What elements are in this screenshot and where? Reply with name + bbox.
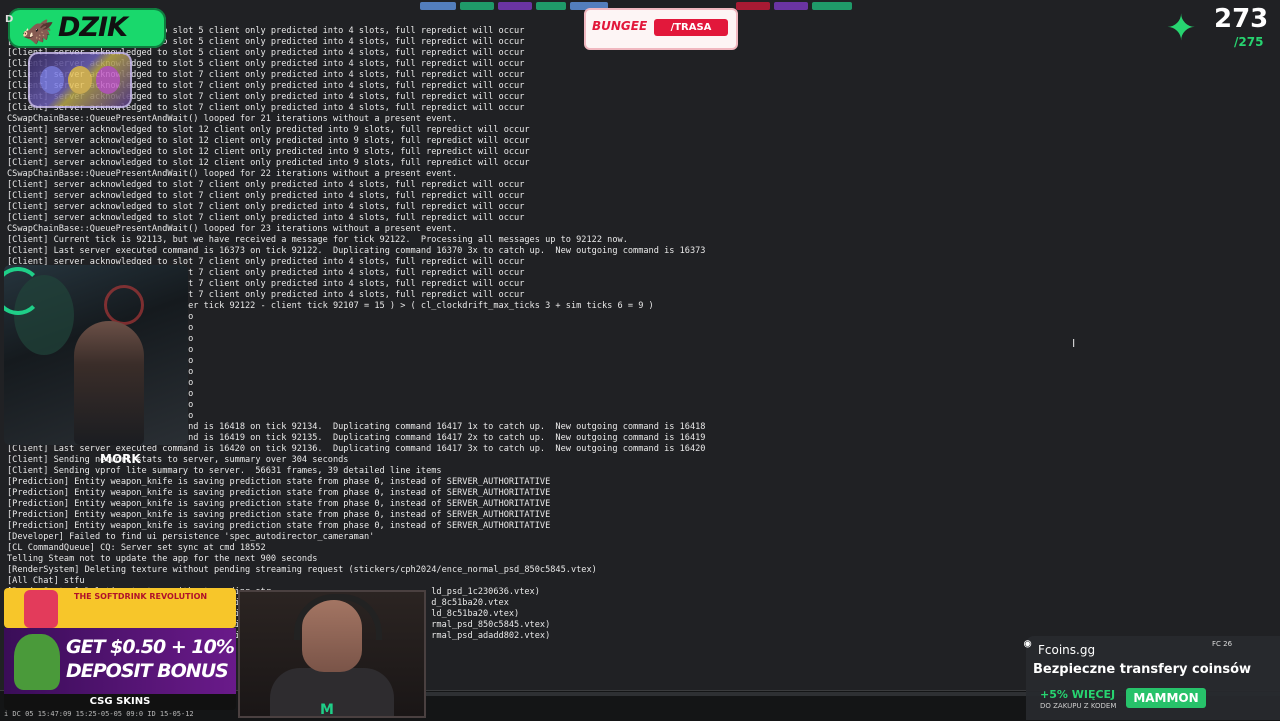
fcoins-note: DO ZAKUPU Z KODEM bbox=[1040, 702, 1117, 710]
fcoins-tagline: Bezpieczne transfery coinsów bbox=[1033, 662, 1252, 677]
console-line: [Client] server acknowledged to slot 7 c… bbox=[7, 213, 525, 223]
console-line: [Client] server acknowledged to slot 7 c… bbox=[7, 180, 525, 190]
console-line: [Client] server acknowledged to slot 7 c… bbox=[7, 191, 525, 201]
console-line: [Client] server acknowledged to slot 12 … bbox=[7, 136, 530, 146]
softdrink-banner: THE SOFTDRINK REVOLUTION bbox=[4, 588, 236, 628]
goal-counter-max: /275 bbox=[1234, 35, 1264, 49]
bungee-brand: BUNGEE bbox=[592, 19, 648, 33]
mascot-icon bbox=[14, 634, 60, 690]
csgskins-brand: CSG SKINS bbox=[4, 694, 236, 710]
bungee-banner: BUNGEE /TRASA bbox=[584, 8, 738, 50]
streamer-figure bbox=[74, 321, 144, 445]
gem-pink-icon bbox=[96, 66, 120, 94]
console-title-letter: D bbox=[5, 14, 14, 25]
console-line: [Developer] Failed to find ui persistenc… bbox=[7, 532, 375, 542]
status-timestamp: i DC 05 15:47:09 15:25-05-05 09:0 ID 15-… bbox=[4, 710, 194, 718]
dzik-logo: 🐗 DZIK bbox=[8, 8, 166, 48]
bungee-tag: /TRASA bbox=[654, 19, 728, 36]
m-logo-icon: M bbox=[320, 702, 334, 718]
ring-light bbox=[104, 285, 144, 325]
deposit-deal: GET $0.50 + 10% DEPOSIT BONUS bbox=[4, 628, 236, 694]
sponsor-ad: THE SOFTDRINK REVOLUTION GET $0.50 + 10%… bbox=[4, 566, 236, 710]
softdrink-headline: THE SOFTDRINK REVOLUTION bbox=[74, 592, 208, 601]
console-line: CSwapChainBase::QueuePresentAndWait() lo… bbox=[7, 169, 458, 179]
deal-line-1: GET $0.50 + 10% bbox=[66, 636, 235, 658]
goal-counter-icon: ✦ bbox=[1166, 8, 1197, 49]
console-line: [Client] Current tick is 92113, but we h… bbox=[7, 235, 628, 245]
headphones-icon bbox=[294, 594, 382, 640]
webcam-guest: M bbox=[238, 590, 426, 718]
console-line: CSwapChainBase::QueuePresentAndWait() lo… bbox=[7, 114, 458, 124]
deal-line-2: DEPOSIT BONUS bbox=[66, 660, 229, 682]
fcoins-bonus: +5% WIĘCEJ bbox=[1040, 688, 1116, 701]
fcoins-ad: ◉ Fcoins.gg FC 26 Bezpieczne transfery c… bbox=[1024, 636, 1280, 720]
dzik-logo-text: DZIK bbox=[58, 12, 128, 43]
console-line: [Prediction] Entity weapon_knife is savi… bbox=[7, 499, 551, 509]
gem-gold-icon bbox=[68, 66, 92, 94]
console-line: [Client] server acknowledged to slot 12 … bbox=[7, 125, 530, 135]
fcoins-logo-icon: ◉ bbox=[1024, 636, 1032, 650]
console-line: [Prediction] Entity weapon_knife is savi… bbox=[7, 477, 551, 487]
gems-badge bbox=[28, 52, 132, 108]
console-line: Telling Steam not to update the app for … bbox=[7, 554, 318, 564]
webcam-name-label: MORK bbox=[100, 452, 141, 466]
webcam-player bbox=[4, 265, 188, 445]
boar-icon: 🐗 bbox=[20, 18, 50, 46]
gem-purple-icon bbox=[40, 66, 64, 94]
fcoins-brand: Fcoins.gg bbox=[1038, 643, 1096, 657]
console-line: [CL CommandQueue] CQ: Server set sync at… bbox=[7, 543, 266, 553]
console-line: [Client] Last server executed command is… bbox=[7, 246, 706, 256]
console-line: [Prediction] Entity weapon_knife is savi… bbox=[7, 510, 551, 520]
console-line: [Client] server acknowledged to slot 12 … bbox=[7, 158, 530, 168]
console-line: [Client] server acknowledged to slot 7 c… bbox=[7, 202, 525, 212]
console-line: [Prediction] Entity weapon_knife is savi… bbox=[7, 521, 551, 531]
drink-can-icon bbox=[24, 590, 58, 628]
text-cursor-icon: I bbox=[1072, 337, 1076, 350]
console-line: [Client] Sending vprof lite summary to s… bbox=[7, 466, 442, 476]
console-line: CSwapChainBase::QueuePresentAndWait() lo… bbox=[7, 224, 458, 234]
fcoins-code: MAMMON bbox=[1126, 688, 1206, 708]
goal-counter-value: 273 bbox=[1214, 4, 1269, 34]
console-line: [Prediction] Entity weapon_knife is savi… bbox=[7, 488, 551, 498]
console-line: [Client] server acknowledged to slot 12 … bbox=[7, 147, 530, 157]
system-status: FC 26 bbox=[1212, 640, 1233, 648]
